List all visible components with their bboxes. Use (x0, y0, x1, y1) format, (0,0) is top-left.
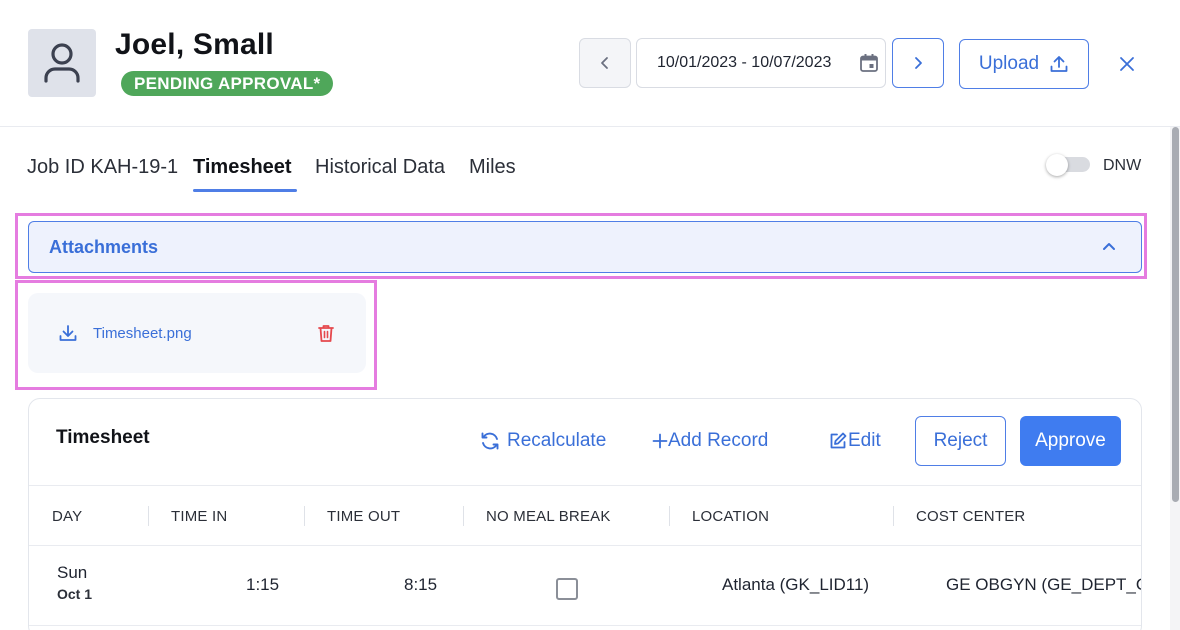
employee-name: Joel, Small (115, 28, 274, 61)
add-record-button[interactable]: Add Record (652, 430, 768, 452)
close-icon (1120, 57, 1134, 71)
row-cost-center[interactable]: GE OBGYN (GE_DEPT_ON (946, 575, 1141, 595)
plus-icon (652, 433, 668, 449)
column-header-cost-center[interactable]: COST CENTER (916, 508, 1025, 525)
row-day-date: Oct 1 (57, 586, 93, 602)
chevron-right-icon (915, 57, 922, 69)
column-header-time-out[interactable]: TIME OUT (327, 508, 400, 525)
tab-historical-data[interactable]: Historical Data (315, 156, 445, 179)
recalculate-label: Recalculate (507, 430, 607, 451)
scrollbar-thumb[interactable] (1172, 127, 1179, 502)
edit-button[interactable]: Edit (828, 430, 881, 452)
page-header: Joel, Small PENDING APPROVAL* 10/01/2023… (0, 0, 1180, 127)
column-divider (669, 506, 670, 526)
trash-icon[interactable] (316, 323, 336, 348)
row-location[interactable]: Atlanta (GK_LID11) (722, 575, 869, 595)
reject-button[interactable]: Reject (915, 416, 1006, 466)
no-meal-break-checkbox[interactable] (556, 578, 578, 600)
timesheet-card: Timesheet Recalculate Add Record Edit Re… (28, 398, 1142, 630)
active-tab-indicator (193, 189, 297, 192)
row-day-name: Sun (57, 563, 88, 582)
table-row: Sun Oct 1 1:15 8:15 Atlanta (GK_LID11) G… (29, 546, 1141, 626)
upload-icon (1050, 56, 1068, 72)
column-header-time-in[interactable]: TIME IN (171, 508, 227, 525)
upload-button[interactable]: Upload (959, 39, 1089, 89)
close-button[interactable] (1114, 51, 1140, 77)
attachment-file-card: Timesheet.png (28, 293, 366, 373)
date-range-text: 10/01/2023 - 10/07/2023 (657, 54, 832, 71)
timesheet-table-header: DAY TIME IN TIME OUT NO MEAL BREAK LOCAT… (29, 485, 1141, 546)
row-time-out[interactable]: 8:15 (404, 575, 437, 595)
attachments-title: Attachments (49, 237, 159, 257)
dnw-toggle-knob[interactable] (1046, 154, 1068, 176)
previous-week-button[interactable] (579, 38, 631, 88)
column-header-location[interactable]: LOCATION (692, 508, 769, 525)
timesheet-title: Timesheet (56, 427, 150, 448)
user-icon (44, 43, 80, 83)
column-header-day[interactable]: DAY (52, 508, 82, 525)
dnw-label: DNW (1103, 157, 1142, 174)
status-badge: PENDING APPROVAL* (121, 71, 334, 96)
refresh-icon (481, 432, 499, 450)
chevron-up-icon[interactable] (1101, 238, 1117, 259)
next-week-button[interactable] (892, 38, 944, 88)
column-divider (304, 506, 305, 526)
tab-miles[interactable]: Miles (469, 156, 516, 179)
add-record-label: Add Record (668, 430, 769, 451)
attachment-file-name[interactable]: Timesheet.png (93, 325, 192, 342)
calendar-icon[interactable] (859, 53, 879, 78)
avatar (28, 29, 96, 97)
approve-button[interactable]: Approve (1020, 416, 1121, 466)
tab-job-id[interactable]: Job ID KAH-19-1 (27, 156, 178, 179)
column-divider (148, 506, 149, 526)
row-time-in[interactable]: 1:15 (246, 575, 279, 595)
download-icon[interactable] (58, 323, 78, 348)
edit-label: Edit (848, 430, 881, 451)
column-divider (893, 506, 894, 526)
column-divider (463, 506, 464, 526)
tab-timesheet[interactable]: Timesheet (193, 156, 292, 179)
chevron-left-icon (601, 57, 608, 69)
date-range-picker[interactable]: 10/01/2023 - 10/07/2023 (636, 38, 886, 88)
recalculate-button[interactable]: Recalculate (479, 430, 606, 452)
column-header-no-meal-break[interactable]: NO MEAL BREAK (486, 508, 611, 525)
upload-label: Upload (978, 53, 1040, 74)
attachments-accordion-header[interactable]: Attachments (28, 221, 1142, 273)
edit-icon (830, 432, 847, 449)
